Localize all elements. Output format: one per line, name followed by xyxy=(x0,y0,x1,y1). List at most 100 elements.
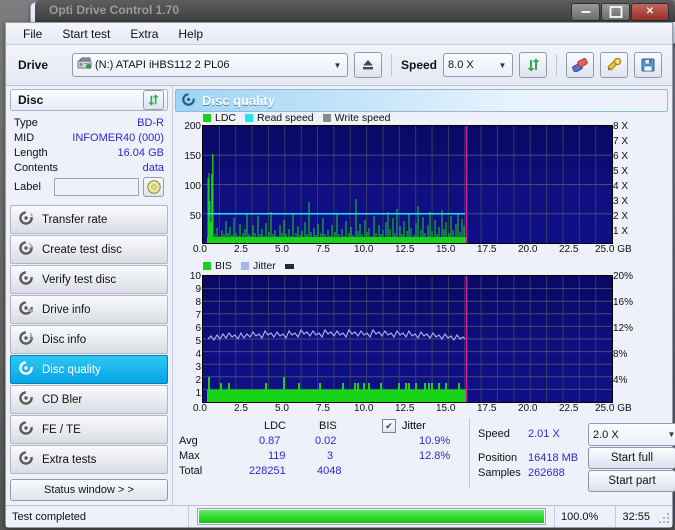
chevron-down-icon: ▼ xyxy=(498,60,507,70)
ldc-xtick-2.5: 2.5 xyxy=(234,244,248,255)
start-full-button[interactable]: Start full xyxy=(588,447,675,469)
status-window-button[interactable]: Status window > > xyxy=(10,479,168,501)
statistics-panel: LDC BIS Avg 0.87 0.02 Max 119 3 Total 22… xyxy=(175,418,675,492)
ldc-plot-area[interactable] xyxy=(202,125,613,244)
progress-percent: 100.0% xyxy=(555,506,616,527)
disc-refresh-button[interactable] xyxy=(143,90,164,110)
ldc-xtick-15: 15.0 xyxy=(436,244,456,255)
sidebar-item-drive-info[interactable]: Drive info xyxy=(10,295,168,324)
bis-ytick-5: 5 xyxy=(195,336,201,347)
test-controls-panel: Speed 2.01 X 2.0 X ▼ Position 16418 MB S… xyxy=(469,418,675,492)
speed-select[interactable]: 8.0 X ▼ xyxy=(443,53,514,77)
close-button[interactable]: ✕ xyxy=(631,3,669,21)
bis-xtick-22.5: 22.5 xyxy=(559,403,579,414)
cd-bler-icon xyxy=(19,391,34,408)
ldc-xtick-5: 5.0 xyxy=(275,244,289,255)
stats-max-jitter: 12.8% xyxy=(419,450,451,462)
maximize-button[interactable] xyxy=(601,3,630,21)
bis-y2tick-12: 12% xyxy=(613,323,634,334)
stats-row-max-label: Max xyxy=(179,450,200,462)
disc-key-type: Type xyxy=(14,116,38,129)
sidebar-item-cd-bler[interactable]: CD Bler xyxy=(10,385,168,414)
menu-item-file[interactable]: File xyxy=(14,25,51,43)
disc-panel-header: Disc xyxy=(10,89,168,111)
toolbar-separator xyxy=(391,54,392,76)
menu-item-extra[interactable]: Extra xyxy=(121,25,167,43)
charts-area: LDC Read speed Write speed 200 150 100 5… xyxy=(173,112,675,505)
test-speed-select[interactable]: 2.0 X ▼ xyxy=(588,423,675,446)
window-title-bar[interactable]: Opti Drive Control 1.70 ✕ xyxy=(35,0,675,22)
progress-cell xyxy=(189,506,555,527)
drive-select[interactable]: (N:) ATAPI iHBS112 2 PL06 ▼ xyxy=(72,53,348,77)
save-button[interactable] xyxy=(634,52,663,78)
sidebar-item-extra-tests[interactable]: Extra tests xyxy=(10,445,168,474)
start-part-button[interactable]: Start part xyxy=(588,470,675,492)
ldc-xtick-10: 10.0 xyxy=(354,244,374,255)
disc-row-contents: Contents data xyxy=(14,160,164,175)
sidebar-item-verify-test-disc[interactable]: Verify test disc xyxy=(10,265,168,294)
ldc-chart[interactable]: LDC Read speed Write speed 200 150 100 5… xyxy=(175,112,668,260)
bis-y2tick-16: 16% xyxy=(613,297,634,308)
sidebar-item-create-test-disc[interactable]: Create test disc xyxy=(10,235,168,264)
legend-label-ldc: LDC xyxy=(215,112,237,124)
stats-row-avg-label: Avg xyxy=(179,435,198,447)
legend-swatch-read-speed xyxy=(245,114,254,122)
speed-result-value: 2.01 X xyxy=(528,428,560,440)
drive-icon xyxy=(77,57,93,73)
chevron-down-icon: ▼ xyxy=(667,430,675,439)
ldc-xtick-20: 20.0 xyxy=(518,244,538,255)
refresh-button[interactable] xyxy=(519,52,548,78)
legend-label-read-speed: Read speed xyxy=(257,112,314,124)
bis-ytick-8: 8 xyxy=(195,297,201,308)
tools-button[interactable] xyxy=(600,52,629,78)
page-title: Disc quality xyxy=(202,93,275,108)
ldc-xtick-17.5: 17.5 xyxy=(477,244,497,255)
bis-xtick-17.5: 17.5 xyxy=(477,403,497,414)
ldc-chart-legend: LDC Read speed Write speed xyxy=(203,112,396,124)
erase-button[interactable] xyxy=(566,52,595,78)
extra-tests-icon xyxy=(19,451,34,468)
disc-key-length: Length xyxy=(14,146,48,159)
stats-row-total-label: Total xyxy=(179,465,203,477)
ldc-plot-svg xyxy=(203,126,612,243)
minimize-button[interactable] xyxy=(571,3,600,21)
sidebar-item-fe-te[interactable]: FE / TE xyxy=(10,415,168,444)
eject-button[interactable] xyxy=(354,52,382,78)
speed-select-value: 8.0 X xyxy=(448,59,474,71)
disc-label-input[interactable] xyxy=(54,178,139,196)
bis-xtick-5: 5.0 xyxy=(275,403,289,414)
bis-jitter-chart[interactable]: BIS Jitter 10 9 8 7 6 5 4 3 2 1 20% 16% … xyxy=(175,260,668,418)
status-bar: Test completed 100.0% 32:55 xyxy=(6,505,672,527)
floppy-save-icon xyxy=(641,58,655,72)
menu-item-help[interactable]: Help xyxy=(169,25,212,43)
position-label: Position xyxy=(478,452,518,464)
jitter-checkbox[interactable]: ✔ xyxy=(382,419,396,433)
eject-icon xyxy=(363,60,373,70)
resize-grip[interactable] xyxy=(656,510,670,524)
legend-label-jitter: Jitter xyxy=(252,260,276,272)
bis-ytick-7: 7 xyxy=(195,310,201,321)
ldc-y2tick-1x: 1 X xyxy=(613,226,629,237)
menu-item-start-test[interactable]: Start test xyxy=(53,25,119,43)
stats-max-ldc: 119 xyxy=(268,450,286,462)
ldc-y2tick-5x: 5 X xyxy=(613,166,629,177)
ldc-ytick-100: 100 xyxy=(184,181,201,192)
bis-y2tick-4: 4% xyxy=(613,375,628,386)
window-body: Disc Type BD-R MID INFOMER40 (000) Lengt… xyxy=(6,86,675,505)
disc-row-type: Type BD-R xyxy=(14,115,164,130)
toolbar-separator xyxy=(556,54,558,76)
sidebar-item-transfer-rate[interactable]: Transfer rate xyxy=(10,205,168,234)
bis-plot-area[interactable] xyxy=(202,275,613,403)
ldc-xtick-7.5: 7.5 xyxy=(316,244,330,255)
bis-xtick-12.5: 12.5 xyxy=(395,403,415,414)
sidebar-item-disc-info[interactable]: Disc info xyxy=(10,325,168,354)
sidebar-item-disc-quality[interactable]: Disc quality xyxy=(10,355,168,384)
disc-icon-button[interactable] xyxy=(143,177,164,197)
ldc-xtick-0: 0.0 xyxy=(193,244,207,255)
jitter-toggle[interactable]: ✔ Jitter xyxy=(382,419,426,433)
refresh-icon xyxy=(527,58,540,72)
disc-key-contents: Contents xyxy=(14,161,59,174)
window-controls: ✕ xyxy=(571,3,669,21)
ldc-xtick-12.5: 12.5 xyxy=(395,244,415,255)
ldc-y2tick-3x: 3 X xyxy=(613,196,629,207)
